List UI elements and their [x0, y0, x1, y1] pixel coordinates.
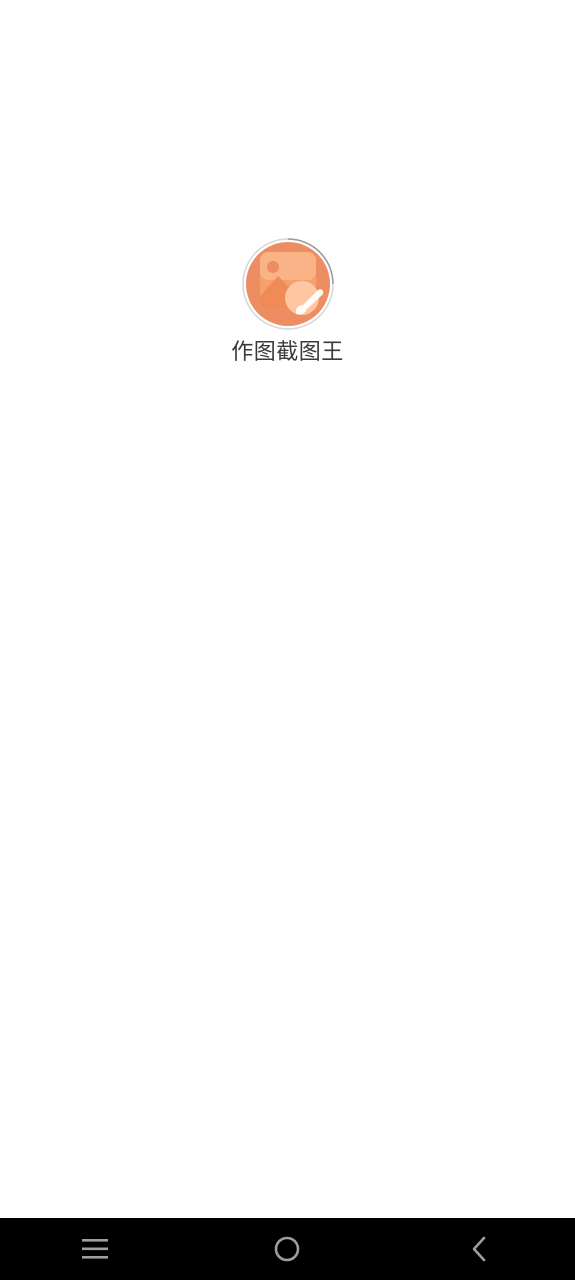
picture-brush-icon [241, 238, 334, 330]
back-chevron-icon [472, 1236, 486, 1262]
home-circle-icon [275, 1236, 300, 1262]
splash-content: 作图截图王 [0, 236, 575, 368]
menu-button[interactable] [51, 1218, 141, 1280]
app-name: 作图截图王 [231, 340, 344, 365]
app-logo [240, 236, 336, 332]
navigation-bar [0, 1218, 575, 1280]
splash-screen: 作图截图王 [0, 0, 575, 1280]
menu-icon [81, 1239, 108, 1259]
home-button[interactable] [242, 1218, 332, 1280]
back-button[interactable] [434, 1218, 524, 1280]
